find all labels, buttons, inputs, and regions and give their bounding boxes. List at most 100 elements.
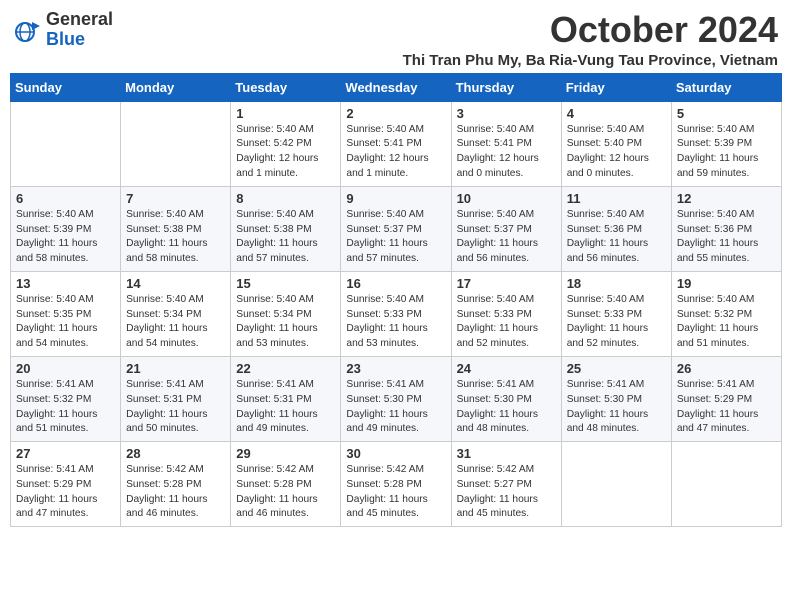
day-header-monday: Monday bbox=[121, 73, 231, 101]
subtitle: Thi Tran Phu My, Ba Ria-Vung Tau Provinc… bbox=[403, 52, 778, 69]
calendar-cell: 17 Sunrise: 5:40 AMSunset: 5:33 PMDayligh… bbox=[451, 271, 561, 356]
cell-content: Sunrise: 5:41 AMSunset: 5:31 PMDaylight:… bbox=[126, 378, 225, 437]
month-title: October 2024 bbox=[403, 10, 778, 50]
cell-content: Sunrise: 5:41 AMSunset: 5:30 PMDaylight:… bbox=[457, 378, 556, 437]
cell-content: Sunrise: 5:40 AMSunset: 5:42 PMDaylight:… bbox=[236, 123, 335, 182]
cell-content: Sunrise: 5:41 AMSunset: 5:29 PMDaylight:… bbox=[16, 463, 115, 522]
day-header-sunday: Sunday bbox=[11, 73, 121, 101]
title-section: October 2024 Thi Tran Phu My, Ba Ria-Vun… bbox=[403, 10, 778, 69]
day-number: 5 bbox=[677, 106, 776, 121]
calendar-cell: 14 Sunrise: 5:40 AMSunset: 5:34 PMDayligh… bbox=[121, 271, 231, 356]
day-number: 18 bbox=[567, 276, 666, 291]
day-number: 1 bbox=[236, 106, 335, 121]
day-header-tuesday: Tuesday bbox=[231, 73, 341, 101]
calendar-cell bbox=[671, 442, 781, 527]
day-number: 8 bbox=[236, 191, 335, 206]
calendar-cell: 12 Sunrise: 5:40 AMSunset: 5:36 PMDayligh… bbox=[671, 186, 781, 271]
cell-content: Sunrise: 5:40 AMSunset: 5:33 PMDaylight:… bbox=[457, 293, 556, 352]
cell-content: Sunrise: 5:40 AMSunset: 5:36 PMDaylight:… bbox=[567, 208, 666, 267]
day-number: 17 bbox=[457, 276, 556, 291]
calendar-cell: 13 Sunrise: 5:40 AMSunset: 5:35 PMDayligh… bbox=[11, 271, 121, 356]
cell-content: Sunrise: 5:40 AMSunset: 5:39 PMDaylight:… bbox=[677, 123, 776, 182]
day-number: 13 bbox=[16, 276, 115, 291]
calendar-cell: 28 Sunrise: 5:42 AMSunset: 5:28 PMDayligh… bbox=[121, 442, 231, 527]
calendar-week-row: 13 Sunrise: 5:40 AMSunset: 5:35 PMDayligh… bbox=[11, 271, 782, 356]
day-number: 6 bbox=[16, 191, 115, 206]
day-number: 11 bbox=[567, 191, 666, 206]
day-header-friday: Friday bbox=[561, 73, 671, 101]
cell-content: Sunrise: 5:42 AMSunset: 5:28 PMDaylight:… bbox=[126, 463, 225, 522]
cell-content: Sunrise: 5:41 AMSunset: 5:29 PMDaylight:… bbox=[677, 378, 776, 437]
calendar-table: SundayMondayTuesdayWednesdayThursdayFrid… bbox=[10, 73, 782, 528]
calendar-cell: 3 Sunrise: 5:40 AMSunset: 5:41 PMDaylight… bbox=[451, 101, 561, 186]
calendar-cell: 27Sunrise: 5:41 AMSunset: 5:29 PMDayligh… bbox=[11, 442, 121, 527]
cell-content: Sunrise: 5:42 AMSunset: 5:27 PMDaylight:… bbox=[457, 463, 556, 522]
cell-content: Sunrise: 5:40 AMSunset: 5:38 PMDaylight:… bbox=[236, 208, 335, 267]
day-number: 15 bbox=[236, 276, 335, 291]
logo-text: General Blue bbox=[46, 10, 113, 50]
calendar-cell: 1 Sunrise: 5:40 AMSunset: 5:42 PMDaylight… bbox=[231, 101, 341, 186]
calendar-cell: 25Sunrise: 5:41 AMSunset: 5:30 PMDayligh… bbox=[561, 356, 671, 441]
day-number: 31 bbox=[457, 446, 556, 461]
cell-content: Sunrise: 5:41 AMSunset: 5:30 PMDaylight:… bbox=[346, 378, 445, 437]
calendar-cell: 22Sunrise: 5:41 AMSunset: 5:31 PMDayligh… bbox=[231, 356, 341, 441]
day-number: 3 bbox=[457, 106, 556, 121]
calendar-cell: 21 Sunrise: 5:41 AMSunset: 5:31 PMDayligh… bbox=[121, 356, 231, 441]
calendar-week-row: 6 Sunrise: 5:40 AMSunset: 5:39 PMDaylight… bbox=[11, 186, 782, 271]
day-number: 29 bbox=[236, 446, 335, 461]
calendar-cell: 24 Sunrise: 5:41 AMSunset: 5:30 PMDayligh… bbox=[451, 356, 561, 441]
calendar-cell: 11 Sunrise: 5:40 AMSunset: 5:36 PMDayligh… bbox=[561, 186, 671, 271]
day-number: 16 bbox=[346, 276, 445, 291]
calendar-cell: 5 Sunrise: 5:40 AMSunset: 5:39 PMDaylight… bbox=[671, 101, 781, 186]
day-number: 24 bbox=[457, 361, 556, 376]
cell-content: Sunrise: 5:40 AMSunset: 5:41 PMDaylight:… bbox=[346, 123, 445, 182]
calendar-cell: 2 Sunrise: 5:40 AMSunset: 5:41 PMDaylight… bbox=[341, 101, 451, 186]
calendar-cell: 26 Sunrise: 5:41 AMSunset: 5:29 PMDayligh… bbox=[671, 356, 781, 441]
calendar-cell: 31 Sunrise: 5:42 AMSunset: 5:27 PMDayligh… bbox=[451, 442, 561, 527]
day-number: 10 bbox=[457, 191, 556, 206]
calendar-cell: 30 Sunrise: 5:42 AMSunset: 5:28 PMDayligh… bbox=[341, 442, 451, 527]
calendar-cell: 7Sunrise: 5:40 AMSunset: 5:38 PMDaylight… bbox=[121, 186, 231, 271]
day-number: 20 bbox=[16, 361, 115, 376]
cell-content: Sunrise: 5:40 AMSunset: 5:39 PMDaylight:… bbox=[16, 208, 115, 267]
calendar-week-row: 1 Sunrise: 5:40 AMSunset: 5:42 PMDaylight… bbox=[11, 101, 782, 186]
cell-content: Sunrise: 5:40 AMSunset: 5:35 PMDaylight:… bbox=[16, 293, 115, 352]
calendar-cell: 15 Sunrise: 5:40 AMSunset: 5:34 PMDayligh… bbox=[231, 271, 341, 356]
logo: General Blue bbox=[14, 10, 113, 50]
day-number: 14 bbox=[126, 276, 225, 291]
calendar-cell: 6 Sunrise: 5:40 AMSunset: 5:39 PMDaylight… bbox=[11, 186, 121, 271]
cell-content: Sunrise: 5:40 AMSunset: 5:33 PMDaylight:… bbox=[346, 293, 445, 352]
calendar-cell: 18Sunrise: 5:40 AMSunset: 5:33 PMDayligh… bbox=[561, 271, 671, 356]
cell-content: Sunrise: 5:42 AMSunset: 5:28 PMDaylight:… bbox=[346, 463, 445, 522]
cell-content: Sunrise: 5:40 AMSunset: 5:34 PMDaylight:… bbox=[236, 293, 335, 352]
day-number: 26 bbox=[677, 361, 776, 376]
day-number: 25 bbox=[567, 361, 666, 376]
cell-content: Sunrise: 5:40 AMSunset: 5:32 PMDaylight:… bbox=[677, 293, 776, 352]
cell-content: Sunrise: 5:40 AMSunset: 5:37 PMDaylight:… bbox=[346, 208, 445, 267]
calendar-cell bbox=[11, 101, 121, 186]
calendar-cell: 23 Sunrise: 5:41 AMSunset: 5:30 PMDayligh… bbox=[341, 356, 451, 441]
cell-content: Sunrise: 5:42 AMSunset: 5:28 PMDaylight:… bbox=[236, 463, 335, 522]
calendar-cell bbox=[561, 442, 671, 527]
day-number: 21 bbox=[126, 361, 225, 376]
cell-content: Sunrise: 5:40 AMSunset: 5:36 PMDaylight:… bbox=[677, 208, 776, 267]
cell-content: Sunrise: 5:40 AMSunset: 5:41 PMDaylight:… bbox=[457, 123, 556, 182]
calendar-header-row: SundayMondayTuesdayWednesdayThursdayFrid… bbox=[11, 73, 782, 101]
day-number: 23 bbox=[346, 361, 445, 376]
page-header: General Blue October 2024 Thi Tran Phu M… bbox=[10, 10, 782, 69]
calendar-cell: 10 Sunrise: 5:40 AMSunset: 5:37 PMDayligh… bbox=[451, 186, 561, 271]
day-number: 28 bbox=[126, 446, 225, 461]
day-number: 30 bbox=[346, 446, 445, 461]
cell-content: Sunrise: 5:40 AMSunset: 5:34 PMDaylight:… bbox=[126, 293, 225, 352]
calendar-cell: 20Sunrise: 5:41 AMSunset: 5:32 PMDayligh… bbox=[11, 356, 121, 441]
calendar-week-row: 20Sunrise: 5:41 AMSunset: 5:32 PMDayligh… bbox=[11, 356, 782, 441]
day-number: 12 bbox=[677, 191, 776, 206]
day-number: 2 bbox=[346, 106, 445, 121]
day-number: 19 bbox=[677, 276, 776, 291]
day-header-thursday: Thursday bbox=[451, 73, 561, 101]
calendar-cell: 8 Sunrise: 5:40 AMSunset: 5:38 PMDaylight… bbox=[231, 186, 341, 271]
day-number: 22 bbox=[236, 361, 335, 376]
calendar-cell: 4Sunrise: 5:40 AMSunset: 5:40 PMDaylight… bbox=[561, 101, 671, 186]
cell-content: Sunrise: 5:40 AMSunset: 5:37 PMDaylight:… bbox=[457, 208, 556, 267]
calendar-cell: 29 Sunrise: 5:42 AMSunset: 5:28 PMDayligh… bbox=[231, 442, 341, 527]
